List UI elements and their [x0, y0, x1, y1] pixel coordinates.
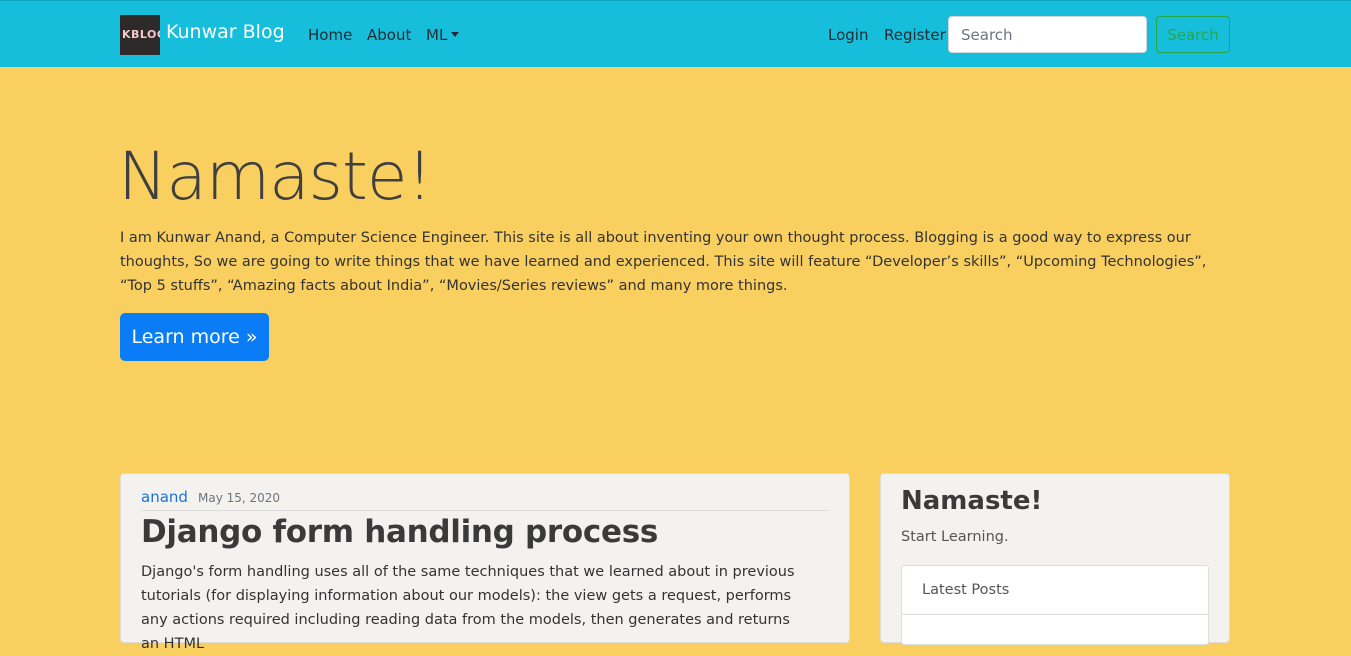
caret-down-icon: [451, 32, 460, 37]
top-navbar: KBLOG Kunwar Blog Home About ML Login Re…: [0, 0, 1351, 67]
brand-logo[interactable]: KBLOG: [120, 15, 160, 55]
post-divider: [141, 510, 829, 511]
post-author-link[interactable]: anand: [141, 488, 188, 506]
hero-description: I am Kunwar Anand, a Computer Science En…: [120, 230, 1207, 294]
sidebar-subtitle: Start Learning.: [901, 529, 1009, 545]
latest-posts-list: Latest Posts: [901, 565, 1209, 645]
hero-title: Namaste!: [118, 138, 433, 215]
brand-name-link[interactable]: Kunwar Blog: [166, 21, 285, 43]
search-input[interactable]: [948, 16, 1147, 53]
login-link[interactable]: Login: [828, 26, 868, 44]
register-link[interactable]: Register: [884, 26, 946, 44]
sidebar-title: Namaste!: [901, 486, 1043, 516]
nav-ml-label: ML: [426, 26, 448, 44]
post-date: May 15, 2020: [198, 491, 281, 505]
nav-ml-dropdown[interactable]: ML: [426, 26, 460, 44]
latest-posts-heading: Latest Posts: [922, 582, 1010, 598]
post-card: anand May 15, 2020 Django form handling …: [120, 473, 850, 652]
post-excerpt: Django's form handling uses all of the s…: [141, 564, 795, 652]
latest-posts-divider: [902, 614, 1208, 615]
sidebar-card: Namaste! Start Learning. Latest Posts: [880, 473, 1230, 645]
search-button[interactable]: Search: [1156, 16, 1230, 53]
learn-more-button[interactable]: Learn more »: [120, 313, 269, 361]
nav-home-link[interactable]: Home: [308, 26, 352, 44]
post-title-link[interactable]: Django form handling process: [141, 514, 658, 550]
nav-about-link[interactable]: About: [367, 26, 411, 44]
